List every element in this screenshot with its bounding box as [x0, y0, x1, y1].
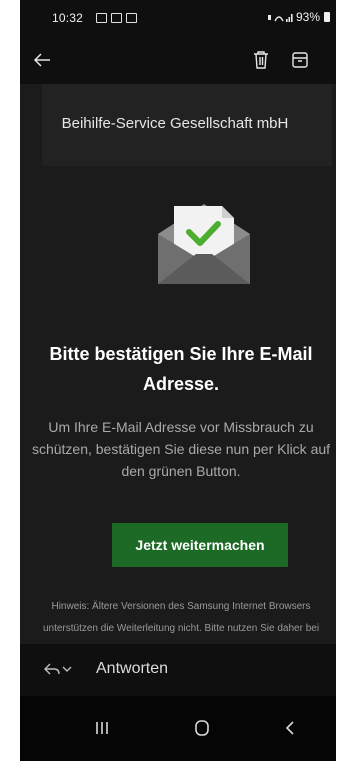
signal-icon	[267, 13, 293, 22]
navigation-bar	[20, 696, 336, 761]
email-body: Beihilfe-Service Gesellschaft mbH Bitte …	[20, 84, 336, 656]
recent-apps-icon	[96, 722, 108, 734]
headline: Bitte bestätigen Sie Ihre E-Mail Adresse…	[49, 344, 313, 394]
status-bar: 10:32 93%	[20, 0, 336, 36]
phone-screen: 10:32 93% Beihilfe-Service Gesellschaft …	[20, 0, 336, 761]
home-icon	[195, 720, 209, 736]
reply-icon	[44, 663, 60, 675]
calendar-icon	[111, 13, 122, 23]
reply-bar[interactable]: Antworten	[20, 644, 336, 696]
archive-button[interactable]	[284, 44, 316, 76]
reply-label[interactable]: Antworten	[96, 660, 168, 678]
notification-icons	[96, 11, 137, 23]
recent-apps-button[interactable]	[82, 714, 122, 742]
system-back-button[interactable]	[270, 714, 310, 742]
arrow-left-icon	[33, 53, 50, 67]
delete-button[interactable]	[245, 44, 277, 76]
status-right: 93%	[267, 10, 330, 24]
gallery-icon	[126, 13, 137, 23]
message-icon	[96, 13, 107, 23]
trash-icon	[254, 51, 268, 69]
back-button[interactable]	[26, 44, 58, 76]
archive-icon	[292, 52, 308, 68]
continue-button[interactable]: Jetzt weitermachen	[112, 523, 288, 567]
battery-icon	[324, 12, 330, 22]
intro-text: Um Ihre E-Mail Adresse vor Missbrauch zu…	[31, 419, 331, 479]
battery-percent: 93%	[295, 10, 320, 24]
envelope-check-icon	[158, 204, 250, 284]
sender-name: Beihilfe-Service Gesellschaft mbH	[61, 115, 289, 132]
chevron-down-icon[interactable]	[62, 664, 72, 674]
home-button[interactable]	[182, 714, 222, 742]
back-icon	[285, 721, 294, 735]
email-toolbar	[20, 36, 336, 84]
status-time: 10:32	[52, 11, 84, 25]
